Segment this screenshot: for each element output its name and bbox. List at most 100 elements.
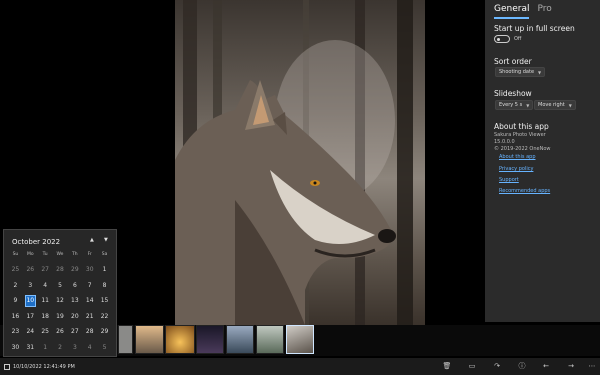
calendar-day[interactable]: 12	[53, 293, 68, 309]
weekday-label: We	[56, 252, 64, 257]
calendar-day[interactable]: 11	[38, 293, 53, 309]
calendar-day[interactable]: 16	[8, 309, 23, 325]
calendar-day[interactable]: 1	[38, 340, 53, 356]
app-version: 15.0.0.0	[494, 139, 515, 145]
weekday-label: Th	[72, 252, 78, 257]
calendar-day[interactable]: 5	[97, 340, 112, 356]
weekday-label: Su	[12, 252, 19, 257]
chevron-down-icon: ▼	[568, 102, 572, 108]
settings-pane: General Pro Start up in full screen Off …	[485, 0, 600, 322]
calendar-day[interactable]: 15	[97, 293, 112, 309]
calendar-day[interactable]: 24	[23, 324, 38, 340]
support-link[interactable]: Support	[499, 177, 519, 183]
datetime-display: 10/10/2022 12:41:49 PM	[4, 363, 75, 370]
about-link[interactable]: About this app	[499, 154, 536, 160]
main-photo[interactable]	[175, 0, 425, 325]
calendar-day[interactable]: 17	[23, 309, 38, 325]
calendar-day[interactable]: 7	[82, 278, 97, 294]
weekday-label: Sa	[101, 252, 108, 257]
chevron-down-icon: ▼	[538, 69, 542, 75]
calendar-day[interactable]: 26	[23, 262, 38, 278]
fullscreen-toggle[interactable]	[494, 35, 510, 43]
calendar-day[interactable]: 30	[8, 340, 23, 356]
app-name: Sakura Photo Viewer	[494, 132, 546, 138]
wolf-photo-image	[175, 0, 413, 325]
slideshow-interval-dropdown[interactable]: Every 5 s ▼	[495, 100, 534, 110]
weekday-label: Fr	[87, 252, 92, 257]
weekday-header: Su Mo Tu We Th Fr Sa	[8, 252, 112, 257]
weekday-label: Mo	[26, 252, 34, 257]
calendar-day[interactable]: 27	[38, 262, 53, 278]
calendar-day[interactable]: 25	[38, 324, 53, 340]
settings-tabs: General Pro	[494, 4, 552, 19]
about-title: About this app	[494, 122, 549, 131]
calendar-day-today[interactable]: 10	[24, 295, 36, 307]
app-copyright: © 2019-2022 OneNow	[494, 146, 551, 152]
thumbnail[interactable]	[118, 325, 133, 354]
calendar-day[interactable]: 14	[82, 293, 97, 309]
calendar-flyout: October 2022 ▲ ▼ Su Mo Tu We Th Fr Sa 25…	[3, 229, 117, 357]
sort-order-dropdown[interactable]: Shooting date ▼	[495, 67, 546, 77]
calendar-day[interactable]: 13	[67, 293, 82, 309]
calendar-day[interactable]: 28	[82, 324, 97, 340]
calendar-day[interactable]: 6	[67, 278, 82, 294]
previous-icon[interactable]: ←	[541, 361, 551, 371]
previous-month-icon[interactable]: ▲	[90, 237, 94, 243]
calendar-day[interactable]: 26	[53, 324, 68, 340]
calendar-day[interactable]: 4	[82, 340, 97, 356]
calendar-day[interactable]: 8	[97, 278, 112, 294]
calendar-day[interactable]: 29	[97, 324, 112, 340]
thumbnail-selected[interactable]	[286, 325, 314, 354]
info-icon[interactable]: ⓘ	[517, 361, 527, 371]
calendar-day[interactable]: 30	[82, 262, 97, 278]
next-month-icon[interactable]: ▼	[104, 237, 108, 243]
calendar-day[interactable]: 3	[23, 278, 38, 294]
calendar-day[interactable]: 4	[38, 278, 53, 294]
thumbnail[interactable]	[135, 325, 164, 354]
calendar-day[interactable]: 20	[67, 309, 82, 325]
sort-order-title: Sort order	[494, 57, 532, 66]
calendar-grid: 25 26 27 28 29 30 1 2 3 4 5 6 7 8 9 10 11 12 13 14 15 16 17 18 1…	[8, 262, 112, 355]
next-icon[interactable]: →	[566, 361, 576, 371]
toggle-state-label: Off	[514, 36, 522, 42]
calendar-day[interactable]: 19	[53, 309, 68, 325]
calendar-day[interactable]: 9	[8, 293, 23, 309]
calendar-day[interactable]: 25	[8, 262, 23, 278]
recommended-apps-link[interactable]: Recommended apps	[499, 188, 550, 194]
status-bar: 10/10/2022 12:41:49 PM	[0, 358, 600, 375]
calendar-day[interactable]: 31	[23, 340, 38, 356]
calendar-day[interactable]: 23	[8, 324, 23, 340]
chevron-down-icon: ▼	[526, 102, 530, 108]
calendar-day[interactable]: 28	[53, 262, 68, 278]
thumbnail[interactable]	[196, 325, 224, 354]
calendar-day[interactable]: 2	[53, 340, 68, 356]
startup-toggle-row: Off	[494, 35, 521, 43]
slideshow-title: Slideshow	[494, 89, 532, 98]
thumbnail[interactable]	[256, 325, 284, 354]
calendar-day[interactable]: 18	[38, 309, 53, 325]
tab-pro[interactable]: Pro	[537, 4, 551, 19]
thumbnail[interactable]	[165, 325, 195, 354]
delete-icon[interactable]: 🗑	[442, 361, 452, 371]
sort-order-value: Shooting date	[499, 69, 535, 75]
slideshow-mode-value: Move right	[538, 102, 565, 108]
slideshow-mode-dropdown[interactable]: Move right ▼	[534, 100, 576, 110]
calendar-day[interactable]: 22	[97, 309, 112, 325]
privacy-link[interactable]: Privacy policy	[499, 166, 533, 172]
weekday-label: Tu	[42, 252, 48, 257]
calendar-day[interactable]: 3	[67, 340, 82, 356]
calendar-icon[interactable]	[4, 363, 10, 370]
slideshow-icon[interactable]: ▭	[467, 361, 477, 371]
thumbnail[interactable]	[226, 325, 254, 354]
calendar-day[interactable]: 29	[67, 262, 82, 278]
slideshow-interval-value: Every 5 s	[499, 102, 523, 108]
more-icon[interactable]: ⋯	[587, 361, 597, 371]
tab-general[interactable]: General	[494, 4, 530, 19]
calendar-day[interactable]: 2	[8, 278, 23, 294]
calendar-day[interactable]: 1	[97, 262, 112, 278]
calendar-day[interactable]: 5	[53, 278, 68, 294]
calendar-day[interactable]: 21	[82, 309, 97, 325]
calendar-day[interactable]: 27	[67, 324, 82, 340]
share-icon[interactable]: ↷	[492, 361, 502, 371]
calendar-month[interactable]: October 2022	[12, 238, 60, 246]
